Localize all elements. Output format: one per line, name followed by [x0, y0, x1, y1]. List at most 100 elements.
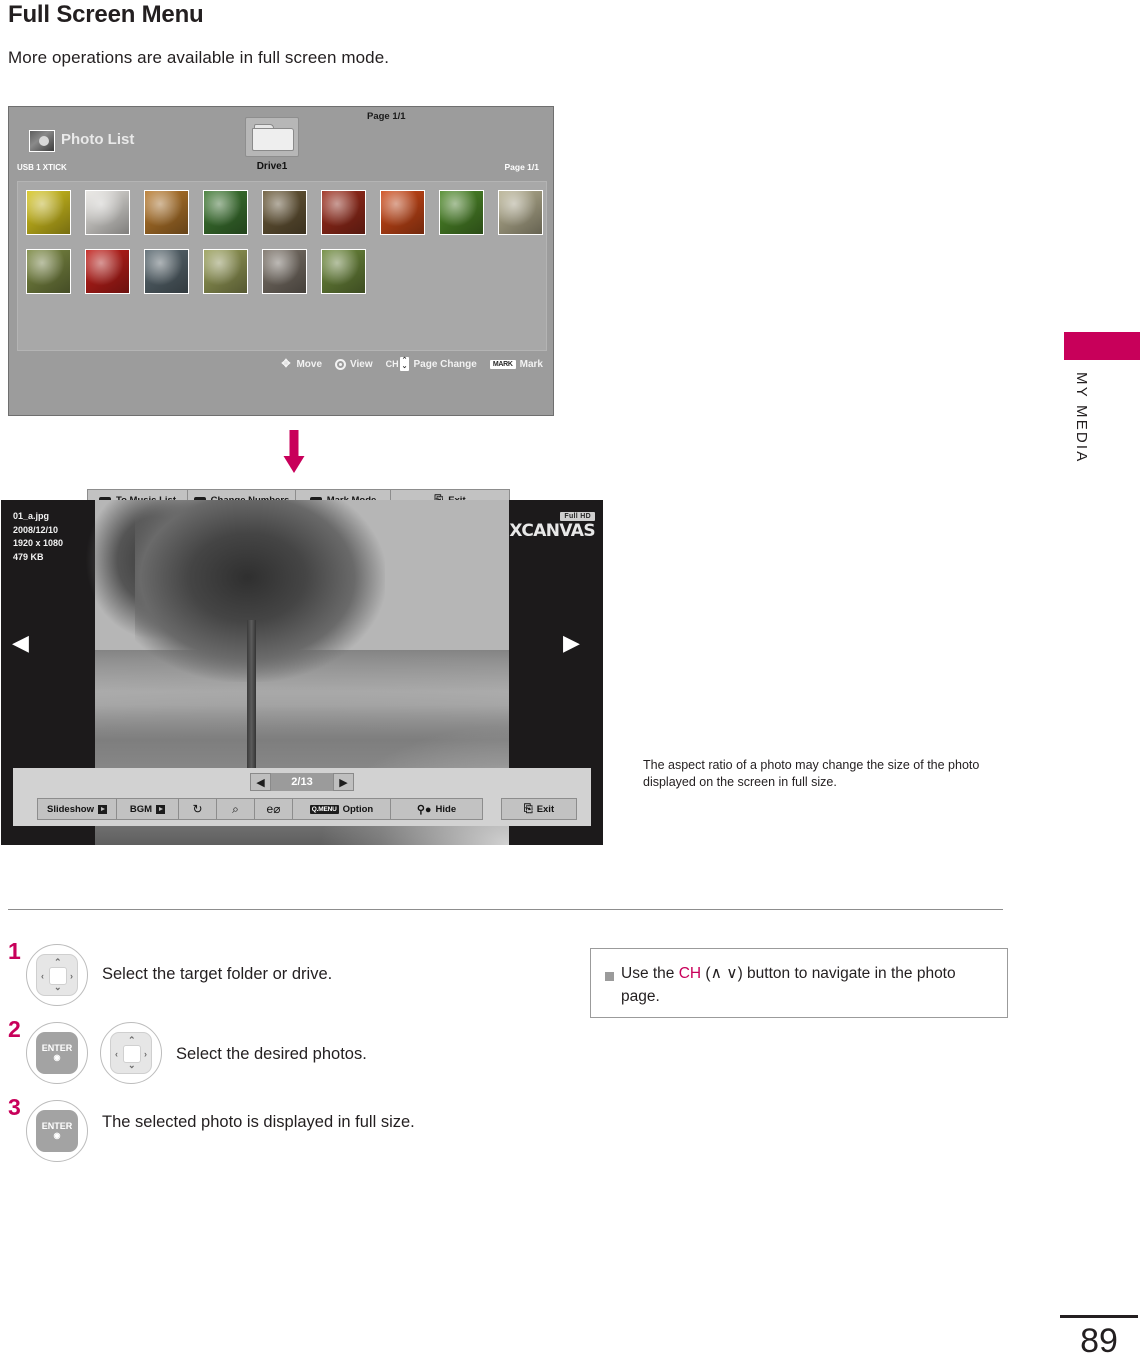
pager-next-button[interactable]: ▶: [333, 773, 354, 791]
photo-thumbnail[interactable]: [203, 190, 248, 235]
bullet-icon: [605, 972, 614, 981]
photo-thumbnail[interactable]: [321, 249, 366, 294]
note-ch-label: CH: [678, 965, 702, 982]
hint-page-change-label: Page Change: [413, 358, 477, 370]
thumbnail-grid: [17, 181, 547, 351]
pager-prev-button[interactable]: ◀: [250, 773, 271, 791]
page-title: Full Screen Menu: [8, 1, 204, 28]
photo-list-hints: ✥ Move View CH ⌃ ⌄ Page Change MARK Mark: [279, 357, 543, 371]
chapter-label: MY MEDIA: [1073, 372, 1090, 464]
footer-page-number: 89: [1080, 1322, 1118, 1360]
brand-text: XCANVAS: [509, 521, 595, 541]
photo-viewer-button-e[interactable]: e⌀: [255, 798, 293, 820]
photo-file-name: 01_a.jpg: [13, 511, 50, 521]
folder-label: Drive1: [256, 161, 288, 172]
enter-key-label: ENTER: [41, 1121, 73, 1131]
photo-viewer-button-slideshow[interactable]: Slideshow: [37, 798, 117, 820]
photo-thumbnail[interactable]: [321, 190, 366, 235]
enter-dot-icon: ◉: [53, 1053, 61, 1062]
ch-label: CH: [385, 359, 399, 369]
chapter-tab-marker: [1064, 332, 1140, 360]
step-instruction: The selected photo is displayed in full …: [102, 1113, 415, 1131]
ok-icon: [335, 358, 346, 370]
dpad-icon: ✥: [281, 357, 291, 370]
photo-viewer-button-exit[interactable]: ⎘ Exit: [501, 798, 577, 820]
qmenu-icon: Q.MENU: [309, 804, 339, 814]
enter-key-label: ENTER: [41, 1043, 73, 1053]
hint-view: View: [335, 358, 373, 370]
next-photo-arrow-icon[interactable]: ▶: [563, 632, 580, 654]
photo-list-page-indicator: Page 1/1: [504, 162, 540, 172]
photo-viewer-button-option[interactable]: Q.MENU Option: [293, 798, 391, 820]
dpad-icon: ⌃ ⌄ ‹ ›: [110, 1032, 152, 1074]
thumbnail-row: [26, 190, 543, 235]
aspect-ratio-note: The aspect ratio of a photo may change t…: [643, 758, 980, 789]
photo-list-title: Photo List: [61, 131, 135, 148]
ch-updown-icon: CH ⌃ ⌄: [385, 357, 410, 371]
photo-thumbnail[interactable]: [203, 249, 248, 294]
button-label: Option: [342, 803, 374, 815]
hint-move: ✥ Move: [279, 358, 322, 371]
thumbnail-row: [26, 249, 366, 294]
photo-resolution: 1920 x 1080: [13, 538, 64, 548]
photo-viewer-control-bar: ◀ 2/13 ▶ Slideshow BGM ↻ ⌕ e⌀ Q.MENU Option ⚲● H…: [13, 768, 591, 826]
photo-thumbnail[interactable]: [439, 190, 484, 235]
exit-icon: ⎘: [523, 802, 533, 815]
note-prefix: Use the: [621, 965, 679, 982]
photo-viewer-button-rotate[interactable]: ↻: [179, 798, 217, 820]
rotate-icon: ↻: [192, 802, 203, 816]
photo-thumbnail[interactable]: [498, 190, 543, 235]
device-label: USB 1 XTICK: [17, 163, 67, 172]
photo-thumbnail[interactable]: [85, 249, 130, 294]
hint-view-label: View: [350, 358, 373, 370]
button-label: BGM: [129, 803, 153, 815]
photo-thumbnail[interactable]: [262, 249, 307, 294]
photo-thumbnail[interactable]: [144, 249, 189, 294]
step-instruction: Select the target folder or drive.: [102, 965, 333, 983]
hint-mark: MARK Mark: [489, 359, 543, 370]
xcanvas-logo: Full HD XCANVAS: [509, 506, 596, 541]
section-divider: [8, 909, 1003, 910]
photo-app-icon: [29, 130, 55, 152]
photo-pager: ◀ 2/13 ▶: [13, 773, 591, 791]
photo-list-header: Photo List USB 1 XTICK Drive1 Page 1/1: [9, 107, 553, 177]
photo-metadata: 01_a.jpg 2008/12/10 1920 x 1080 479 KB: [13, 510, 63, 564]
button-label: Exit: [536, 803, 555, 815]
photo-thumbnail[interactable]: [144, 190, 189, 235]
photo-thumbnail[interactable]: [85, 190, 130, 235]
folder-icon[interactable]: [245, 117, 299, 157]
enter-key-face: ENTER ◉: [36, 1110, 78, 1152]
photo-viewer-button-hide[interactable]: ⚲● Hide: [391, 798, 483, 820]
hint-move-label: Move: [296, 358, 322, 370]
pager-count: 2/13: [271, 773, 333, 791]
footer-divider: [1060, 1315, 1138, 1318]
enter-dot-icon: ◉: [53, 1131, 61, 1140]
note-box: Use the CH (∧ ∨) button to navigate in t…: [590, 948, 1008, 1018]
play-chip-icon: [156, 804, 166, 814]
hide-icon: ⚲●: [416, 803, 432, 816]
navigation-dpad-key[interactable]: ⌃ ⌄ ‹ ›: [26, 944, 88, 1006]
photo-file-size: 479 KB: [13, 551, 44, 562]
photo-thumbnail[interactable]: [26, 190, 71, 235]
photo-thumbnail[interactable]: [380, 190, 425, 235]
page-subtitle: More operations are available in full sc…: [8, 48, 390, 67]
photo-thumbnail[interactable]: [26, 249, 71, 294]
photo-date: 2008/12/10: [13, 524, 59, 535]
navigation-dpad-key[interactable]: ⌃ ⌄ ‹ ›: [100, 1022, 162, 1084]
flow-arrow-icon: [283, 430, 305, 473]
energy-saving-icon: e⌀: [266, 802, 281, 816]
mark-icon: MARK: [489, 359, 516, 369]
enter-key-face: ENTER ◉: [36, 1032, 78, 1074]
zoom-icon: ⌕: [232, 801, 239, 816]
photo-viewer-button-zoom[interactable]: ⌕: [217, 798, 255, 820]
play-chip-icon: [97, 804, 107, 814]
photo-viewer-button-bgm[interactable]: BGM: [117, 798, 179, 820]
step-number: 1: [8, 938, 21, 964]
enter-key[interactable]: ENTER ◉: [26, 1100, 88, 1162]
step-number: 3: [8, 1094, 21, 1120]
full-hd-badge: Full HD: [560, 512, 595, 521]
photo-list-screen: Page 1/1 Photo List USB 1 XTICK Drive1 P…: [8, 106, 554, 511]
previous-photo-arrow-icon[interactable]: ◀: [12, 632, 29, 654]
photo-thumbnail[interactable]: [262, 190, 307, 235]
enter-key[interactable]: ENTER ◉: [26, 1022, 88, 1084]
